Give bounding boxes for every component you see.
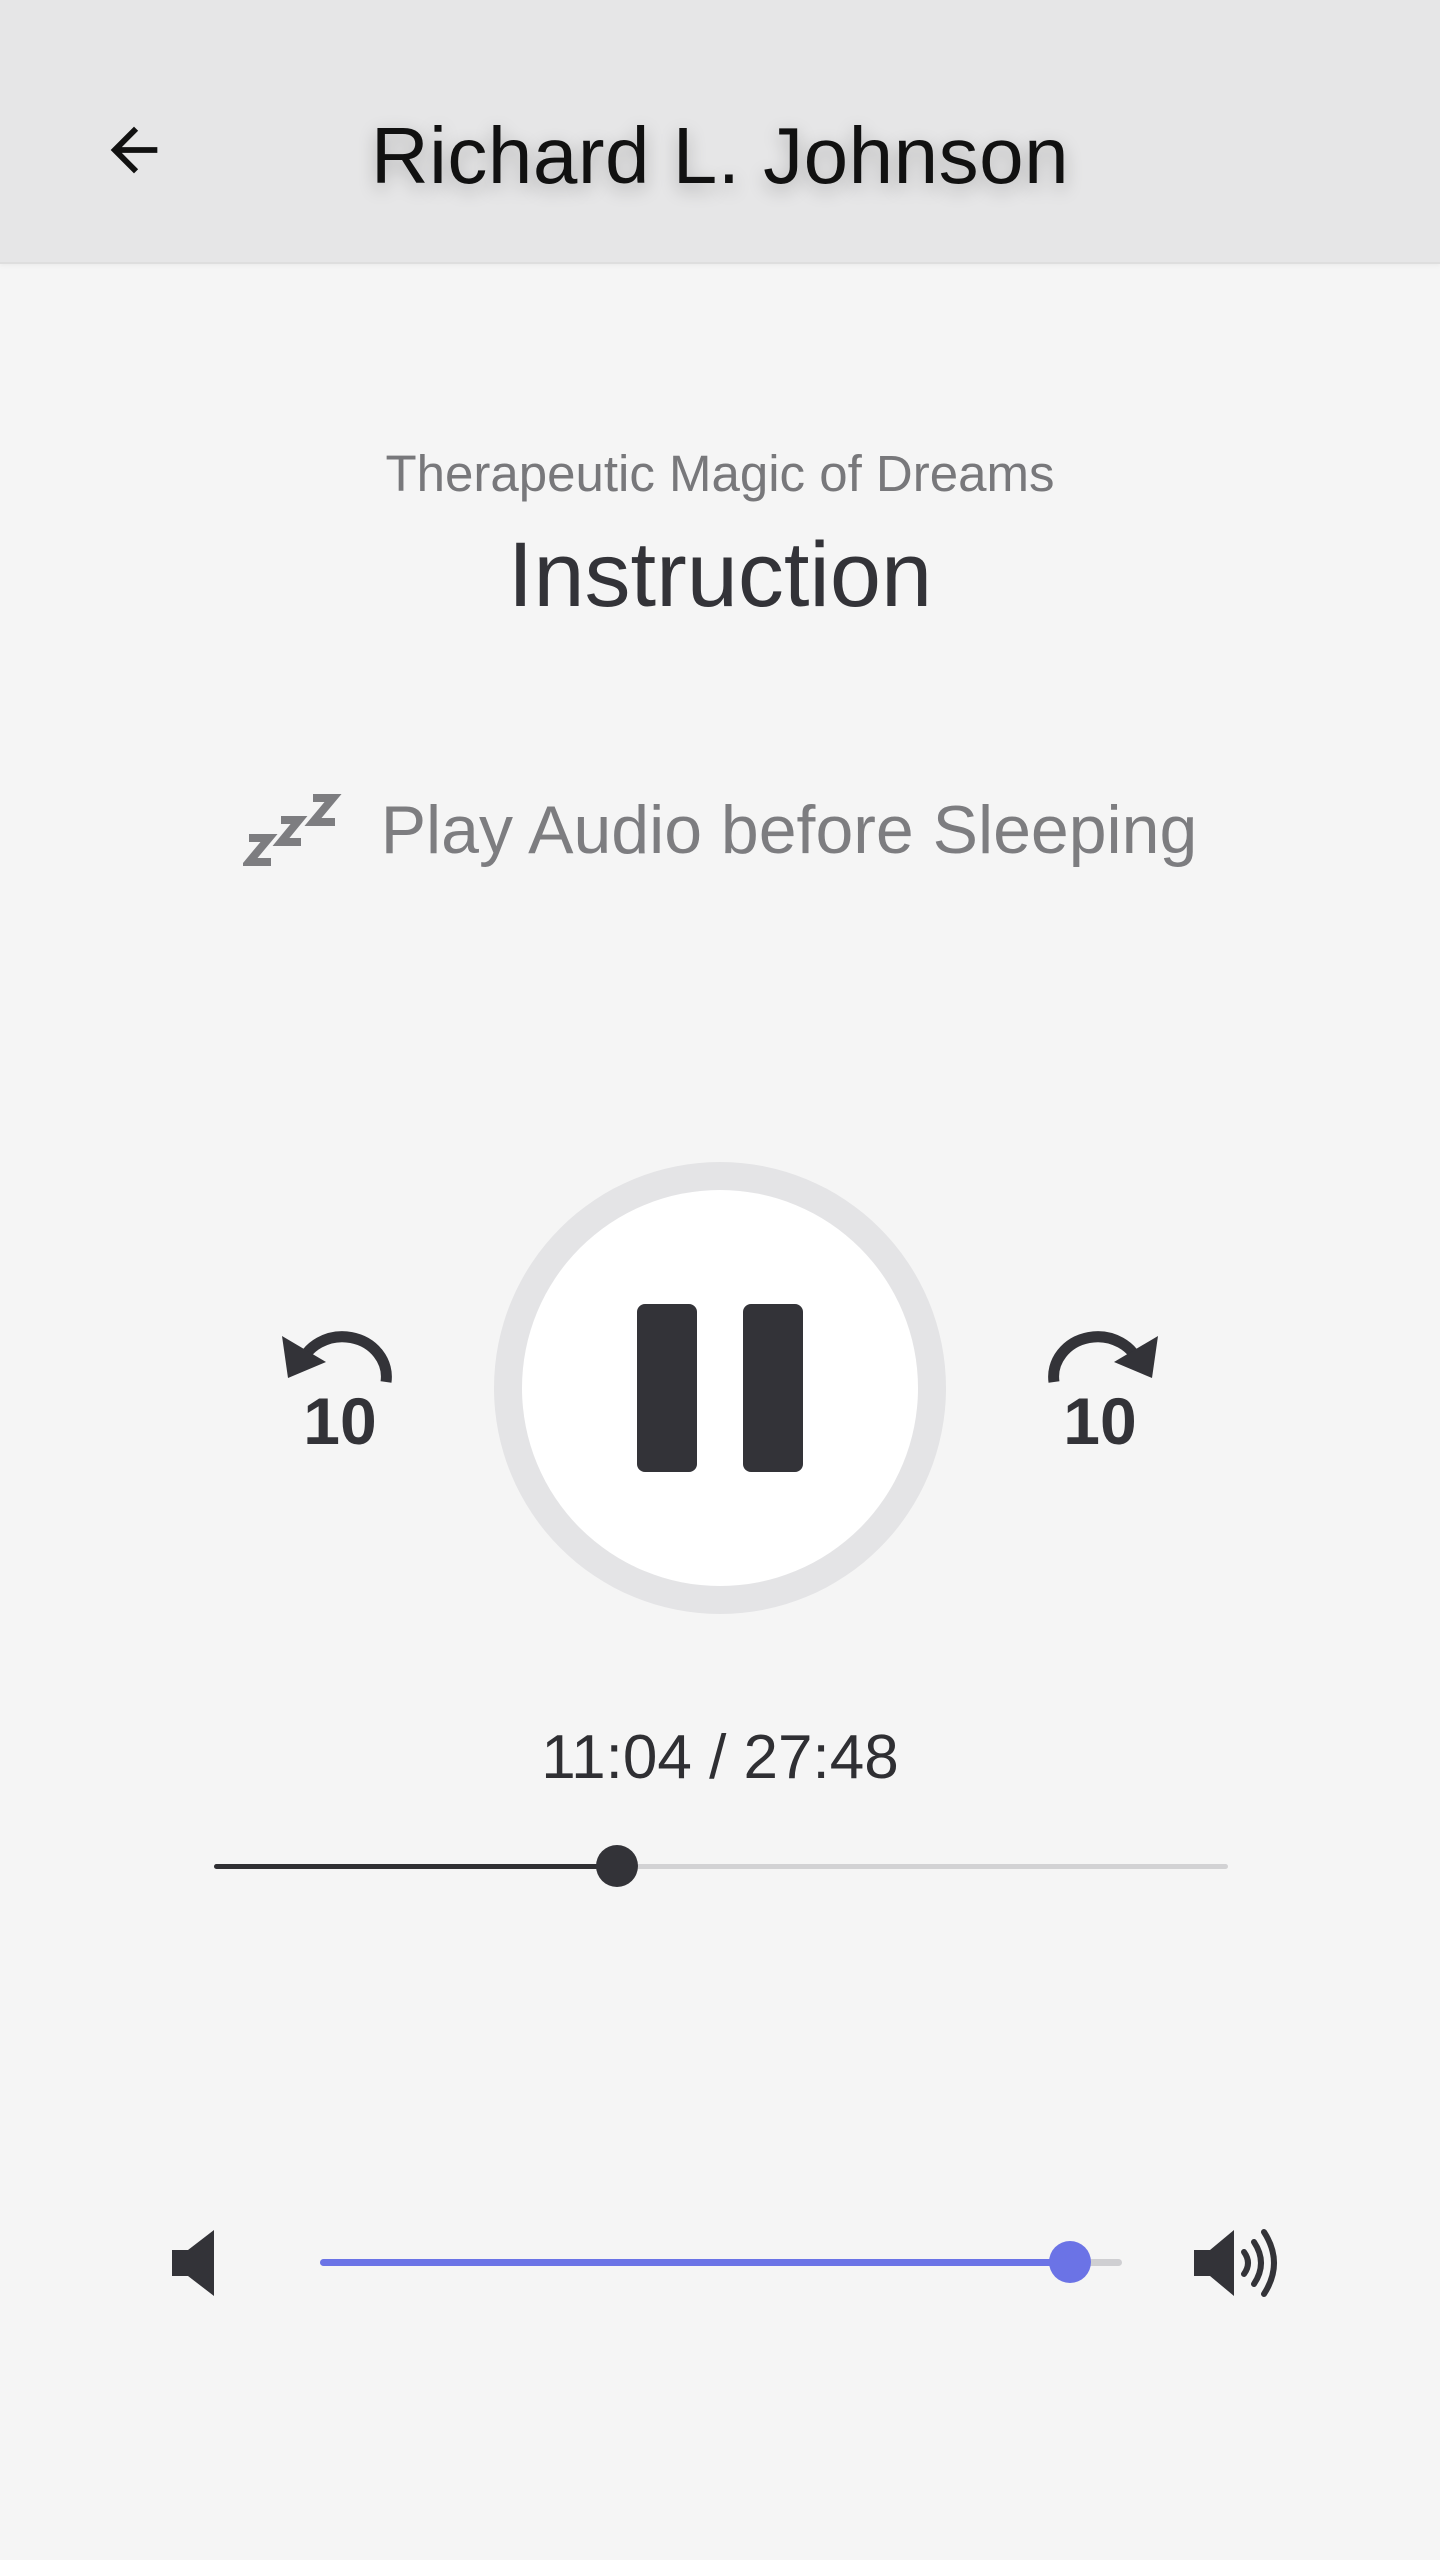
- audio-player-screen: Richard L. Johnson Therapeutic Magic of …: [0, 0, 1440, 2560]
- pause-icon-bar: [743, 1304, 803, 1472]
- volume-slider-thumb[interactable]: [1048, 2241, 1091, 2283]
- rewind-10-icon: 10: [282, 1331, 392, 1458]
- pause-icon: [637, 1304, 697, 1472]
- playback-time: 11:04 / 27:48: [541, 1723, 899, 1792]
- program-subtitle: Therapeutic Magic of Dreams: [385, 445, 1055, 502]
- volume-slider-fill: [320, 2259, 1070, 2266]
- zzz-icon: [242, 794, 342, 866]
- seek-bar[interactable]: [214, 1845, 1228, 1887]
- sleep-hint: Play Audio before Sleeping: [0, 780, 1440, 880]
- session-title: Instruction: [507, 524, 933, 626]
- sleep-hint-text: Play Audio before Sleeping: [380, 792, 1198, 868]
- svg-text:10: 10: [1063, 1384, 1136, 1452]
- forward-10-icon: 10: [1048, 1331, 1158, 1458]
- seek-bar-thumb[interactable]: [595, 1845, 638, 1887]
- rewind-10-button[interactable]: 10: [274, 1322, 404, 1458]
- app-bar: Richard L. Johnson: [0, 0, 1440, 264]
- seek-bar-progress: [214, 1864, 617, 1869]
- svg-text:10: 10: [303, 1384, 376, 1452]
- page-title: Richard L. Johnson: [370, 111, 1070, 200]
- pause-button[interactable]: [522, 1190, 918, 1586]
- volume-high-icon[interactable]: [1190, 2226, 1286, 2300]
- forward-10-button[interactable]: 10: [1036, 1322, 1166, 1458]
- volume-slider[interactable]: [320, 2241, 1122, 2283]
- volume-low-icon[interactable]: [166, 2228, 226, 2298]
